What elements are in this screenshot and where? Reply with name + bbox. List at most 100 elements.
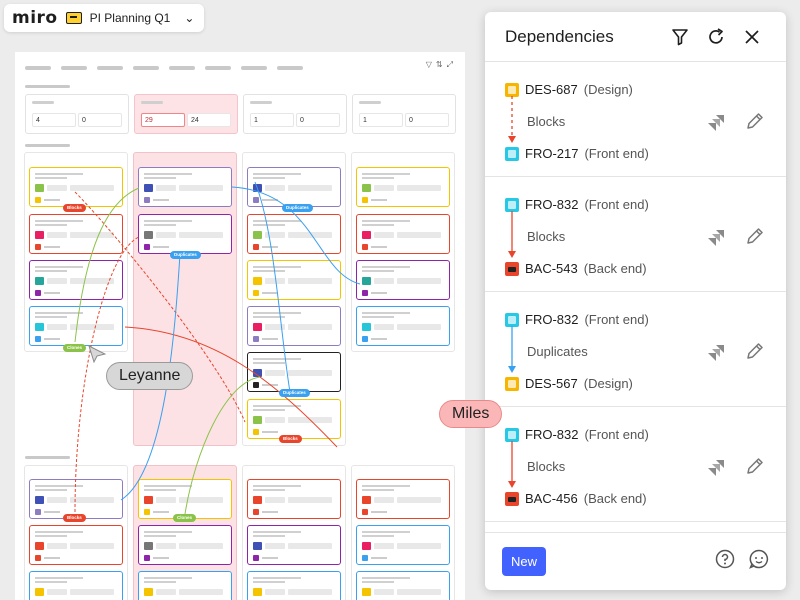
relation-type: Duplicates	[527, 344, 588, 359]
dependency-source[interactable]: FRO-832 (Front end)	[505, 427, 649, 442]
sticky-card[interactable]	[247, 260, 341, 300]
jira-icon[interactable]	[705, 111, 727, 133]
sticky-card[interactable]	[138, 167, 232, 207]
sticky-card[interactable]	[247, 479, 341, 519]
sticky-card[interactable]	[356, 571, 450, 600]
dependency-item: DES-687 (Design) Blocks FRO-217 (Front end)	[485, 62, 786, 177]
board-canvas[interactable]: ▽⇅⤢ 40 29 24 10 10 Blocks Duplicates Dup…	[15, 52, 465, 600]
issue-key: FRO-832	[525, 197, 579, 212]
team-name: (Front end)	[584, 146, 649, 161]
sticky-card[interactable]	[138, 525, 232, 565]
sticky-card[interactable]	[356, 525, 450, 565]
edit-icon[interactable]	[745, 341, 767, 363]
jira-icon[interactable]	[705, 456, 727, 478]
jira-icon[interactable]	[705, 341, 727, 363]
sticky-card[interactable]	[247, 214, 341, 254]
team-name: (Design)	[583, 376, 633, 391]
feedback-icon[interactable]	[749, 549, 769, 574]
new-dependency-button[interactable]: New	[502, 547, 547, 576]
dependency-target[interactable]: FRO-217 (Front end)	[505, 146, 649, 161]
team-name: (Front end)	[584, 197, 649, 212]
board-title[interactable]: PI Planning Q1	[90, 11, 171, 25]
dependency-item: FRO-832 (Front end) Duplicates DES-567 (Desi…	[485, 292, 786, 407]
stat-value: 1	[250, 113, 294, 127]
chevron-down-icon[interactable]: ⌄	[184, 11, 194, 25]
board-header: miro PI Planning Q1 ⌄	[4, 4, 204, 32]
issue-key: BAC-543	[525, 261, 578, 276]
sticky-card[interactable]	[29, 167, 123, 207]
sticky-card[interactable]	[138, 479, 232, 519]
jira-icon[interactable]	[705, 226, 727, 248]
dependency-item: FRO-832 (Front end) Blocks BAC-543 (Back end…	[485, 177, 786, 292]
sticky-card[interactable]	[29, 260, 123, 300]
link-tag[interactable]: Blocks	[279, 435, 302, 443]
dependency-source[interactable]: FRO-832 (Front end)	[505, 197, 649, 212]
issue-key: DES-567	[525, 376, 578, 391]
sticky-card[interactable]	[247, 167, 341, 207]
sticky-card[interactable]	[138, 214, 232, 254]
sticky-card[interactable]	[247, 352, 341, 392]
dependency-target[interactable]: DES-567 (Design)	[505, 376, 633, 391]
sticky-card[interactable]	[29, 306, 123, 346]
dependency-source[interactable]: DES-687 (Design)	[505, 82, 633, 97]
frame-tool-icons[interactable]: ▽⇅⤢	[426, 60, 457, 70]
sticky-card[interactable]	[356, 167, 450, 207]
link-tag[interactable]: Duplicates	[279, 389, 310, 397]
link-tag[interactable]: Blocks	[63, 514, 86, 522]
sticky-card[interactable]	[29, 214, 123, 254]
dependency-list: DES-687 (Design) Blocks FRO-217 (Front end) F…	[485, 62, 786, 522]
dependency-item: FRO-832 (Front end) Blocks BAC-456 (Back end…	[485, 407, 786, 522]
edit-icon[interactable]	[745, 226, 767, 248]
miro-logo[interactable]: miro	[12, 8, 58, 28]
link-tag[interactable]: Blocks	[63, 204, 86, 212]
link-tag[interactable]: Clones	[173, 514, 197, 522]
edit-icon[interactable]	[745, 111, 767, 133]
sticky-card[interactable]	[29, 525, 123, 565]
sticky-card[interactable]	[138, 571, 232, 600]
collaborator-cursor-miles: Miles	[439, 400, 503, 428]
edit-icon[interactable]	[745, 456, 767, 478]
filter-icon[interactable]	[666, 23, 694, 51]
dependency-target[interactable]: BAC-543 (Back end)	[505, 261, 647, 276]
issue-key: BAC-456	[525, 491, 578, 506]
dependency-source[interactable]: FRO-832 (Front end)	[505, 312, 649, 327]
relation-type: Blocks	[527, 229, 566, 244]
sticky-card[interactable]	[356, 479, 450, 519]
relation-arrow-icon	[508, 211, 516, 258]
sticky-card[interactable]	[356, 260, 450, 300]
team-icon	[505, 376, 519, 391]
panel-title: Dependencies	[505, 26, 614, 46]
sticky-card[interactable]	[247, 525, 341, 565]
dependencies-panel: Dependencies DES-687 (Design) Blocks FRO-21…	[485, 12, 786, 590]
stat-value: 1	[359, 113, 403, 127]
link-tag[interactable]: Duplicates	[170, 251, 201, 259]
sticky-card[interactable]	[247, 571, 341, 600]
relation-type: Blocks	[527, 459, 566, 474]
issue-key: FRO-832	[525, 312, 579, 327]
sticky-card[interactable]	[29, 571, 123, 600]
stat-value: 4	[32, 113, 76, 127]
sticky-card[interactable]	[356, 214, 450, 254]
sticky-card[interactable]	[247, 306, 341, 346]
team-name: (Back end)	[583, 261, 647, 276]
collaborator-cursor-leyanne: Leyanne	[106, 362, 194, 390]
refresh-icon[interactable]	[702, 23, 730, 51]
stat-box: 10	[243, 94, 347, 134]
sticky-card[interactable]	[29, 479, 123, 519]
stat-value: 29	[141, 113, 185, 127]
link-tag[interactable]: Clones	[63, 344, 87, 352]
panel-header: Dependencies	[485, 12, 786, 62]
stat-value: 0	[296, 113, 340, 127]
issue-key: FRO-217	[525, 146, 579, 161]
stat-value: 0	[78, 113, 122, 127]
sticky-card[interactable]	[356, 306, 450, 346]
team-icon	[505, 491, 519, 506]
link-tag[interactable]: Duplicates	[282, 204, 313, 212]
help-icon[interactable]	[715, 549, 735, 574]
team-name: (Back end)	[583, 491, 647, 506]
stat-box: 40	[25, 94, 129, 134]
dependency-target[interactable]: BAC-456 (Back end)	[505, 491, 647, 506]
relation-arrow-icon	[508, 96, 516, 143]
sticky-card[interactable]	[247, 399, 341, 439]
close-icon[interactable]	[738, 23, 766, 51]
